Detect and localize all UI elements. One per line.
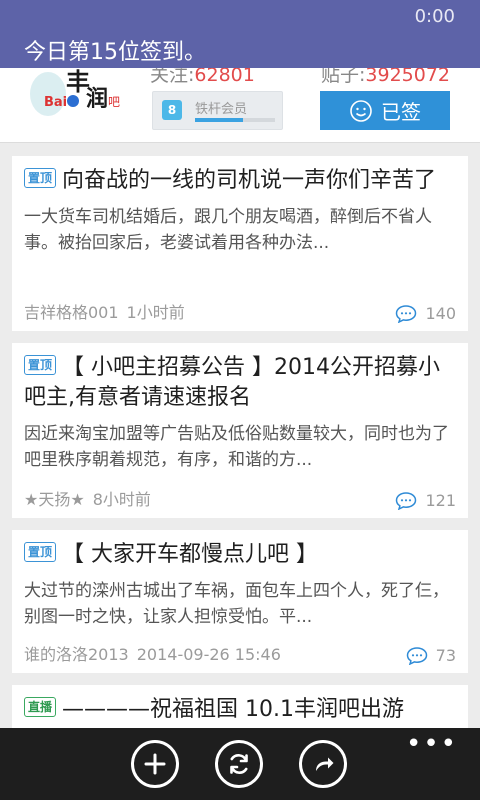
post-meta: ★天扬★ 8小时前 (24, 486, 151, 510)
post-card[interactable]: 置顶 向奋战的一线的司机说一声你们辛苦了 一大货车司机结婚后，跟几个朋友喝酒，醉倒… (12, 156, 468, 331)
post-title-text: 【 小吧主招募公告 】2014公开招募小吧主,有意者请速速报名 (24, 355, 440, 410)
post-time: 1小时前 (126, 303, 185, 322)
reply-count: 73 (406, 646, 456, 665)
post-excerpt: 大过节的滦州古城出了车祸，面包车上四个人，死了仨，别图一时之快，让家人担惊受怕。… (24, 581, 449, 627)
experience-progress-bar (195, 118, 275, 122)
new-post-button[interactable] (131, 740, 179, 788)
post-card[interactable]: 置顶【 大家开车都慢点儿吧 】 大过节的滦州古城出了车祸，面包车上四个人，死了仨… (12, 530, 468, 673)
share-button[interactable] (299, 740, 347, 788)
member-title: 铁杆会员 (195, 102, 248, 117)
refresh-icon (230, 754, 248, 774)
post-meta: 谁的洛洛2013 2014-09-26 15:46 (24, 641, 281, 665)
comment-icon (396, 304, 417, 323)
post-time: 2014-09-26 15:46 (136, 645, 281, 664)
post-author: 吉祥格格001 (24, 303, 119, 322)
post-author: 谁的洛洛2013 (24, 645, 129, 664)
post-excerpt: 因近来淘宝加盟等广告贴及低俗贴数量较大，同时也为了吧里秩序朝着规范，有序，和谐的… (24, 424, 449, 470)
post-title-text: ————祝福祖国 10.1丰润吧出游 (62, 697, 404, 722)
post-time: 8小时前 (92, 490, 151, 509)
sign-in-button[interactable]: 已签 (320, 91, 450, 130)
post-meta: 吉祥格格001 1小时前 (24, 299, 185, 323)
post-title-text: 向奋战的一线的司机说一声你们辛苦了 (62, 168, 437, 193)
comment-icon (406, 646, 427, 665)
forum-logo: Bai 丰 润 吧 (22, 60, 126, 122)
live-tag: 直播 (24, 697, 57, 717)
pinned-tag: 置顶 (24, 542, 57, 562)
reply-count: 140 (395, 304, 456, 323)
post-title[interactable]: 直播 ————祝福祖国 10.1丰润吧出游 (24, 695, 456, 725)
refresh-button[interactable] (215, 740, 263, 788)
experience-progress-fill (195, 118, 243, 122)
post-title-text: 【 大家开车都慢点儿吧 】 (62, 542, 319, 567)
sign-in-label: 已签 (381, 100, 421, 124)
app-bar: ••• (0, 728, 480, 800)
post-list: 置顶 向奋战的一线的司机说一声你们辛苦了 一大货车司机结婚后，跟几个朋友喝酒，醉倒… (12, 156, 468, 757)
reply-count-value: 73 (435, 646, 456, 665)
member-level-badge[interactable]: 8 铁杆会员 (152, 91, 283, 130)
plus-icon (144, 753, 166, 775)
svg-text:润: 润 (86, 86, 108, 112)
svg-text:Bai: Bai (44, 95, 67, 110)
post-title[interactable]: 置顶 向奋战的一线的司机说一声你们辛苦了 (24, 166, 456, 196)
more-options-button[interactable]: ••• (406, 731, 458, 757)
pinned-tag: 置顶 (24, 355, 57, 375)
level-shield-icon: 8 (162, 100, 182, 120)
post-card[interactable]: 置顶【 小吧主招募公告 】2014公开招募小吧主,有意者请速速报名 因近来淘宝加… (12, 343, 468, 518)
smiley-icon (350, 99, 372, 122)
reply-count-value: 140 (425, 304, 456, 323)
share-arrow-icon (316, 757, 334, 771)
comment-icon (396, 491, 417, 510)
reply-count: 121 (395, 491, 456, 510)
reply-count-value: 121 (425, 491, 456, 510)
status-clock: 0:00 (414, 6, 455, 27)
notification-message: 今日第15位签到。 (24, 40, 206, 65)
pinned-tag: 置顶 (24, 168, 57, 188)
svg-text:吧: 吧 (108, 95, 120, 109)
post-title[interactable]: 置顶【 大家开车都慢点儿吧 】 (24, 540, 456, 570)
post-excerpt: 一大货车司机结婚后，跟几个朋友喝酒，醉倒后不省人事。被抬回家后，老婆试着用各种办… (24, 207, 432, 253)
post-author: ★天扬★ (24, 490, 85, 509)
post-title[interactable]: 置顶【 小吧主招募公告 】2014公开招募小吧主,有意者请速速报名 (24, 353, 456, 413)
sign-in-notification: 0:00 今日第15位签到。 (0, 0, 480, 68)
